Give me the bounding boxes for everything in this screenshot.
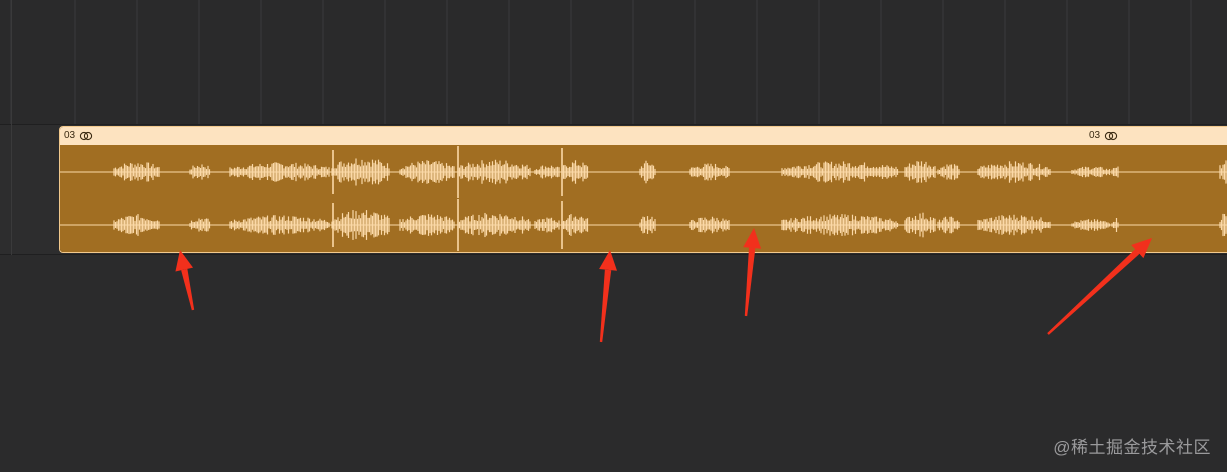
arrow-shaft-3 [744,247,756,317]
gutter-line [11,0,12,255]
loop-icon [1104,131,1118,141]
daw-arrange-area: 03 03 @稀土掘金技术社区 [0,0,1227,472]
arrow-shaft-2 [599,269,612,343]
region-header[interactable]: 03 03 [60,127,1227,145]
audio-region[interactable]: 03 03 [59,126,1227,253]
region-name-right: 03 [1089,130,1118,142]
stereo-waveform [60,146,1227,251]
grid-lines [10,0,1192,124]
arrow-shaft-1 [181,268,195,311]
region-name-left: 03 [64,130,93,142]
watermark: @稀土掘金技术社区 [1053,438,1211,457]
arrow-shaft-4 [1047,249,1140,335]
track-divider [0,254,1227,255]
region-label: 03 [1089,130,1101,141]
region-label: 03 [64,130,76,141]
region-waveform-area[interactable] [60,145,1227,252]
empty-track-lane[interactable] [0,0,1227,124]
loop-icon [79,131,93,141]
